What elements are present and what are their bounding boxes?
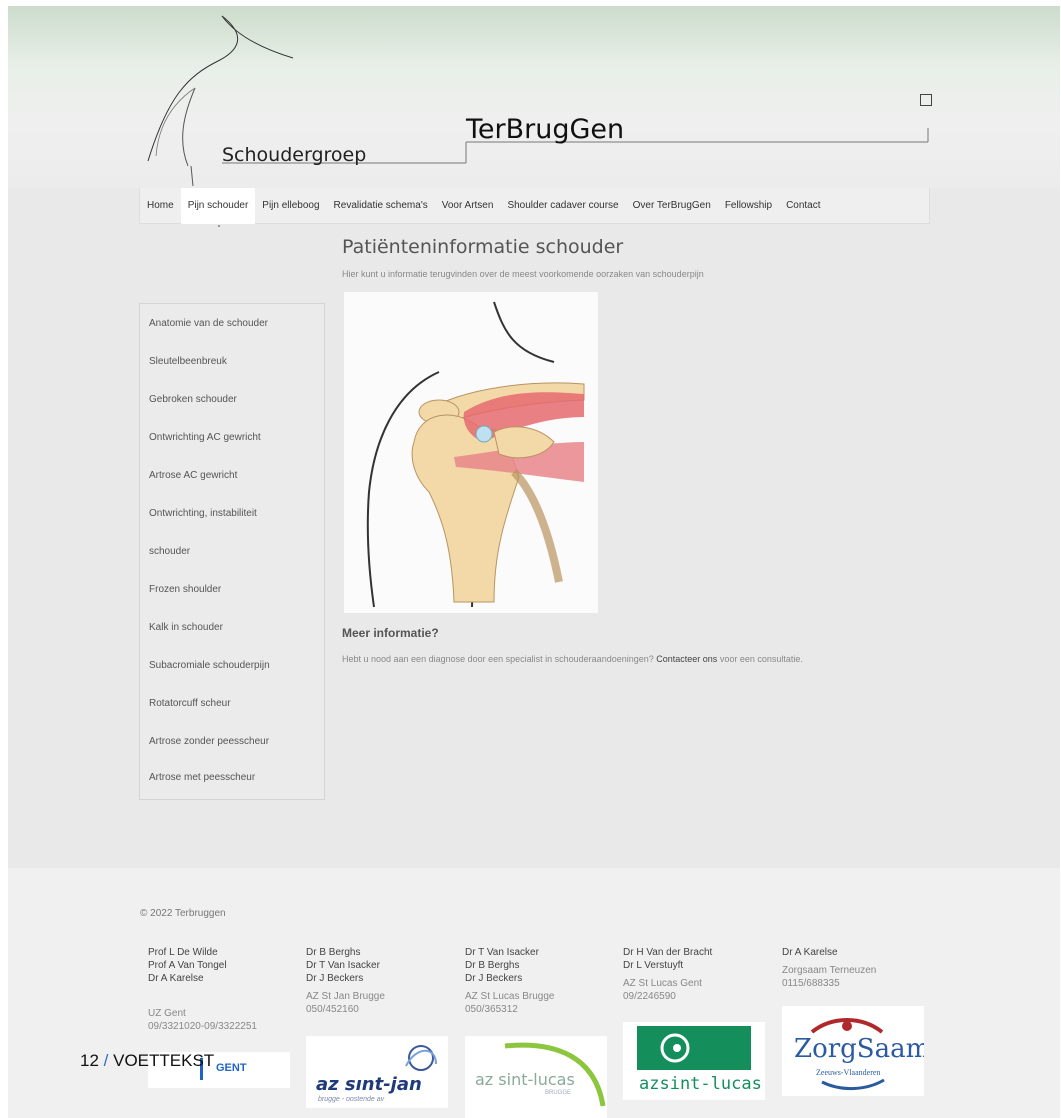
doctor-name: Dr A Karelse	[148, 973, 204, 984]
brand-logo-text[interactable]: TerBrugGen	[466, 114, 624, 145]
shoulder-line-art	[147, 15, 929, 187]
doctor-name: Prof L De Wilde	[148, 947, 218, 958]
brand-subtitle[interactable]: Schoudergroep	[222, 144, 366, 166]
sidebar: Anatomie van de schouder Sleutelbeenbreu…	[139, 303, 325, 800]
page-footer-label: 12 / VOETTEKST	[80, 1051, 214, 1071]
sidebar-item-artrose-ac[interactable]: Artrose AC gewricht	[149, 470, 237, 481]
sidebar-item-anatomie[interactable]: Anatomie van de schouder	[149, 318, 268, 329]
sidebar-item-ontwrichting-ac[interactable]: Ontwrichting AC gewricht	[149, 432, 261, 443]
nav-item-home[interactable]: Home	[140, 188, 181, 224]
shoulder-illustration	[344, 292, 598, 613]
sidebar-item-rotatorcuff[interactable]: Rotatorcuff scheur	[149, 698, 231, 709]
sidebar-item-subacromiale[interactable]: Subacromiale schouderpijn	[149, 660, 270, 671]
more-info-text: Hebt u nood aan een diagnose door een sp…	[342, 654, 803, 664]
hospital-phone: 050/365312	[465, 1004, 518, 1015]
az-st-lucas-gent-logo[interactable]: azsint-lucas	[623, 1022, 765, 1100]
doctor-name: Dr B Berghs	[465, 960, 520, 971]
doctor-name: Dr J Beckers	[465, 973, 523, 984]
more-info-body: Hebt u nood aan een diagnose door een sp…	[342, 654, 654, 664]
zorgsaam-logo-text: ZorgSaam	[794, 1034, 924, 1064]
sidebar-item-artrose-zonder[interactable]: Artrose zonder peesscheur	[149, 736, 269, 747]
sidebar-item-gebroken-schouder[interactable]: Gebroken schouder	[149, 394, 237, 405]
hospital-name: AZ St Lucas Brugge	[465, 991, 555, 1002]
nav-item-pijn-elleboog[interactable]: Pijn elleboog	[255, 188, 326, 224]
zorgsaam-logo-sub: Zeeuws-Vlaanderen	[816, 1068, 881, 1077]
nav-item-voor-artsen[interactable]: Voor Artsen	[435, 188, 501, 224]
doctor-name: Dr H Van der Bracht	[623, 947, 713, 958]
hospital-name: AZ St Lucas Gent	[623, 978, 702, 989]
footer-col-st-lucas-gent: Dr H Van der Bracht Dr L Verstuyft AZ St…	[623, 946, 712, 1003]
footer-col-st-lucas-brugge: Dr T Van Isacker Dr B Berghs Dr J Becker…	[465, 946, 555, 1016]
footer-label: VOETTEKST	[113, 1051, 215, 1070]
more-info-end: voor een consultatie.	[719, 654, 803, 664]
st-jan-logo-sub: brugge - oostende av	[318, 1096, 385, 1103]
hospital-name: Zorgsaam Terneuzen	[782, 965, 877, 976]
az-st-jan-logo[interactable]: az sınt-jan brugge - oostende av	[306, 1036, 448, 1108]
sidebar-item-kalk[interactable]: Kalk in schouder	[149, 622, 223, 633]
nav-item-cadaver-course[interactable]: Shoulder cadaver course	[500, 188, 625, 224]
separator: /	[103, 1051, 109, 1070]
sidebar-item-sleutelbeenbreuk[interactable]: Sleutelbeenbreuk	[149, 356, 227, 367]
footer-col-st-jan: Dr B Berghs Dr T Van Isacker Dr J Becker…	[306, 946, 385, 1016]
hospital-phone: 0115/688335	[782, 978, 840, 989]
nav-item-fellowship[interactable]: Fellowship	[718, 188, 779, 224]
uz-logo-text: GENT	[216, 1062, 247, 1074]
doctor-name: Dr A Karelse	[782, 947, 838, 958]
main-nav: Home Pijn schouder Pijn elleboog Revalid…	[139, 187, 930, 227]
nav-item-over[interactable]: Over TerBrugGen	[626, 188, 718, 224]
az-st-lucas-brugge-logo[interactable]: az sint-lucas BRUGGE	[465, 1036, 607, 1118]
nav-item-pijn-schouder[interactable]: Pijn schouder	[180, 187, 256, 227]
footer-col-uz-gent: Prof L De Wilde Prof A Van Tongel Dr A K…	[148, 946, 257, 1033]
hospital-phone: 09/2246590	[623, 991, 676, 1002]
hospital-name: UZ Gent	[148, 1008, 186, 1019]
hospital-phone: 050/452160	[306, 1004, 359, 1015]
st-lucas-gent-logo-text: azsint-lucas	[639, 1074, 762, 1094]
st-jan-logo-text: az sınt-jan	[316, 1074, 422, 1095]
page-number: 12	[80, 1051, 99, 1070]
sidebar-item-artrose-met[interactable]: Artrose met peesscheur	[149, 772, 255, 783]
zorgsaam-logo[interactable]: ZorgSaam Zeeuws-Vlaanderen	[782, 1006, 924, 1096]
nav-item-revalidatie[interactable]: Revalidatie schema's	[327, 188, 435, 224]
hospital-phone: 09/3321020-09/3322251	[148, 1021, 257, 1032]
page: Schoudergroep TerBrugGen Home Pijn schou…	[8, 6, 1060, 1118]
footer-col-zorgsaam: Dr A Karelse Zorgsaam Terneuzen 0115/688…	[782, 946, 876, 990]
nav-item-contact[interactable]: Contact	[779, 188, 827, 224]
more-info-heading: Meer informatie?	[342, 626, 439, 640]
hospital-name: AZ St Jan Brugge	[306, 991, 385, 1002]
st-lucas-brugge-logo-sub: BRUGGE	[545, 1090, 572, 1096]
doctor-name: Dr L Verstuyft	[623, 960, 684, 971]
square-icon[interactable]	[920, 94, 932, 106]
contact-link[interactable]: Contacteer ons	[656, 654, 717, 664]
page-title: Patiënteninformatie schouder	[342, 236, 624, 258]
doctor-name: Dr T Van Isacker	[465, 947, 539, 958]
doctor-name: Dr J Beckers	[306, 973, 364, 984]
sidebar-item-frozen-shoulder[interactable]: Frozen shoulder	[149, 584, 221, 595]
doctor-name: Dr B Berghs	[306, 947, 361, 958]
copyright: © 2022 Terbruggen	[140, 908, 226, 919]
doctor-name: Prof A Van Tongel	[148, 960, 227, 971]
intro-text: Hier kunt u informatie terugvinden over …	[342, 269, 704, 279]
st-lucas-gent-block	[637, 1026, 751, 1070]
st-lucas-brugge-logo-text: az sint-lucas	[475, 1070, 575, 1089]
sidebar-item-instabiliteit-cont[interactable]: schouder	[149, 546, 190, 557]
sidebar-item-instabiliteit[interactable]: Ontwrichting, instabiliteit	[149, 508, 257, 519]
site-header: Schoudergroep TerBrugGen	[8, 6, 1060, 188]
spiral-icon	[660, 1033, 690, 1063]
doctor-name: Dr T Van Isacker	[306, 960, 380, 971]
